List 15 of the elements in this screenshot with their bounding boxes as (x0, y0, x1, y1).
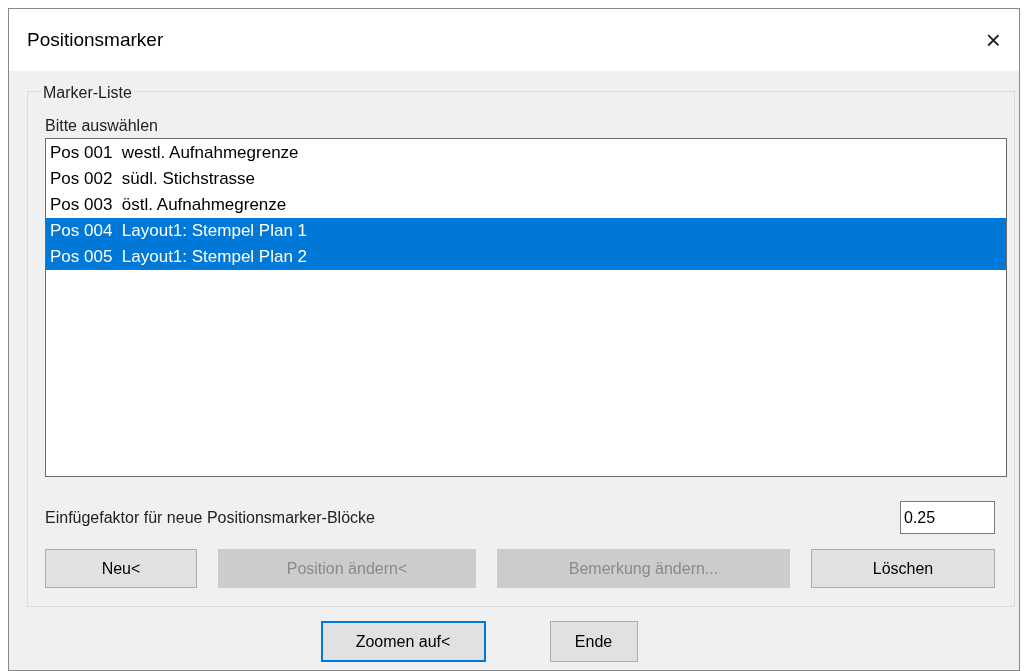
action-button[interactable]: Löschen (811, 549, 995, 588)
marker-list[interactable]: Pos 001 westl. Aufnahmegrenze Pos 002 südl. Stichstrasse Pos 003 östl. Aufnahmegrenze Pos 004 Layout1: Stempel Plan 1 Pos 005 Layout1: Stempel Plan 2 (45, 138, 1007, 477)
list-item[interactable]: Pos 003 östl. Aufnahmegrenze (46, 192, 1006, 218)
action-button[interactable]: Neu< (45, 549, 197, 588)
list-label: Bitte auswählen (45, 116, 159, 136)
close-button[interactable]: × (977, 27, 1009, 53)
list-item[interactable]: Pos 001 westl. Aufnahmegrenze (46, 140, 1006, 166)
list-item[interactable]: Pos 002 südl. Stichstrasse (46, 166, 1006, 192)
factor-field[interactable]: 0.25 (900, 501, 995, 534)
list-item[interactable]: Pos 004 Layout1: Stempel Plan 1 (46, 218, 1006, 244)
dialog-button[interactable]: Zoomen auf< (320, 621, 486, 662)
window-title: Positionsmarker (27, 27, 164, 52)
factor-label: Einfügefaktor für neue Positionsmarker-Blöcke (45, 507, 375, 528)
list-item[interactable]: Pos 005 Layout1: Stempel Plan 2 (46, 244, 1006, 270)
dialog-button[interactable]: Ende (549, 621, 638, 662)
